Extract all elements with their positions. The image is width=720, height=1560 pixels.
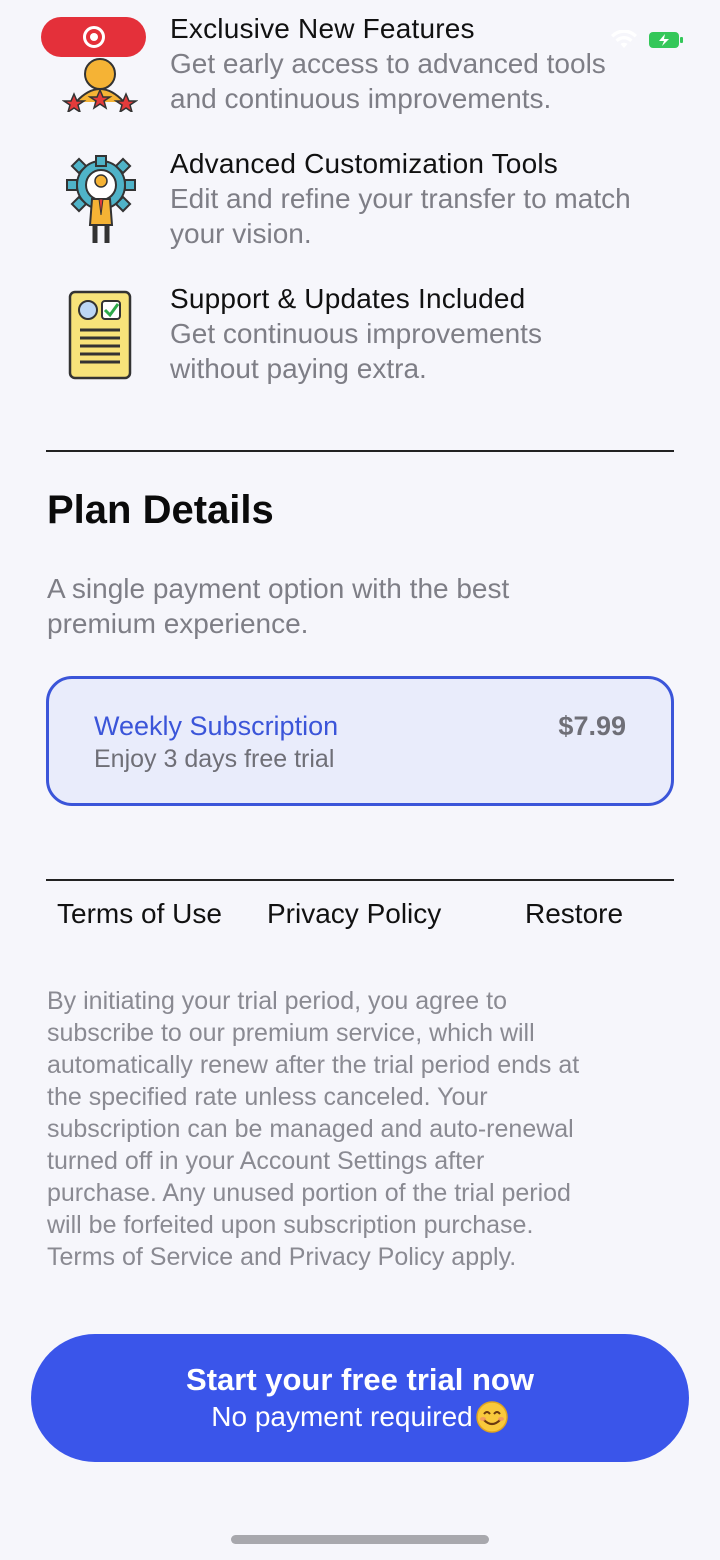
start-free-trial-button[interactable]: Start your free trial now No payment req… xyxy=(31,1334,689,1462)
document-check-icon xyxy=(68,290,132,380)
links-divider xyxy=(46,879,674,881)
plan-trial-text: Enjoy 3 days free trial xyxy=(94,745,335,773)
plan-description: A single payment option with the best pr… xyxy=(47,573,510,639)
status-bar-right xyxy=(610,30,684,50)
screen-recording-indicator[interactable] xyxy=(41,17,146,57)
cta-sub-label: No payment required xyxy=(211,1399,508,1435)
battery-charging-icon xyxy=(649,32,683,48)
gear-person-icon xyxy=(66,155,136,245)
plan-name: Weekly Subscription xyxy=(94,711,339,741)
home-indicator[interactable] xyxy=(231,1535,489,1544)
smiling-face-icon xyxy=(475,1401,508,1433)
section-divider xyxy=(46,450,674,452)
plan-price: $7.99 xyxy=(558,711,626,741)
plan-details-heading: Plan Details xyxy=(47,488,274,532)
privacy-policy-link[interactable]: Privacy Policy xyxy=(267,898,441,930)
legal-disclaimer: By initiating your trial period, you agr… xyxy=(47,987,580,1271)
feature-title: Support & Updates Included xyxy=(170,283,526,314)
weekly-plan-option[interactable]: Weekly Subscription Enjoy 3 days free tr… xyxy=(46,676,674,806)
feature-description: Edit and refine your transfer to match y… xyxy=(170,183,631,249)
record-icon xyxy=(82,26,105,48)
cta-main-label: Start your free trial now xyxy=(186,1362,534,1397)
feature-description: Get early access to advanced tools and c… xyxy=(170,48,606,114)
feature-description: Get continuous improvements without payi… xyxy=(170,318,542,384)
footer-links: Terms of Use Privacy Policy Restore xyxy=(0,898,720,934)
restore-purchases-link[interactable]: Restore xyxy=(525,898,623,930)
wifi-icon xyxy=(611,30,637,48)
terms-of-use-link[interactable]: Terms of Use xyxy=(57,898,222,930)
feature-title: Advanced Customization Tools xyxy=(170,148,558,179)
